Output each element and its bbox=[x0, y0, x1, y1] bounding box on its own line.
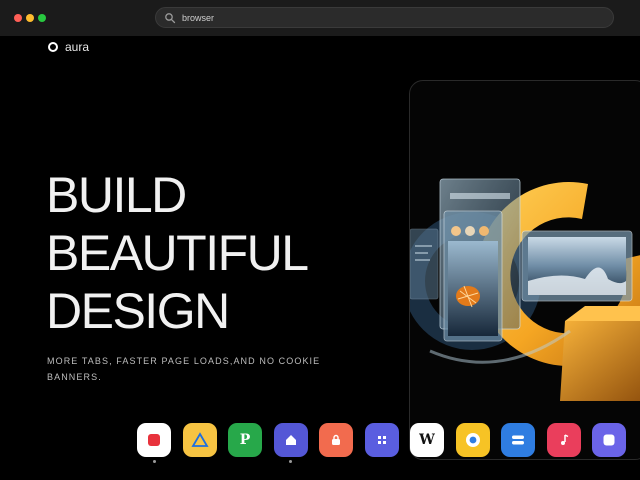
toggle-app-icon bbox=[510, 432, 526, 448]
hero-illustration bbox=[409, 80, 640, 460]
square-app-icon bbox=[601, 432, 617, 448]
minimize-window-button[interactable] bbox=[26, 14, 34, 22]
search-icon bbox=[165, 13, 176, 24]
headline-line-2: BEAUTIFUL bbox=[46, 225, 309, 281]
address-text[interactable]: browser bbox=[182, 12, 214, 24]
dock-app-3[interactable]: P bbox=[228, 423, 262, 457]
running-indicator bbox=[289, 460, 292, 463]
triangle-app-icon bbox=[190, 431, 209, 449]
w-app-icon: W bbox=[419, 432, 435, 448]
dock-app-11[interactable] bbox=[592, 423, 626, 457]
hero-tagline: MORE TABS, FASTER PAGE LOADS,AND NO COOK… bbox=[47, 356, 321, 382]
glass-panels-illustration bbox=[410, 178, 640, 401]
brand-name: aura bbox=[65, 40, 90, 54]
dock-app-7[interactable]: W bbox=[410, 423, 444, 457]
hero-headline: BUILD BEAUTIFUL DESIGN bbox=[46, 166, 309, 340]
dock-app-2[interactable] bbox=[182, 423, 217, 457]
close-window-button[interactable] bbox=[14, 14, 22, 22]
dock-app-4[interactable] bbox=[273, 423, 308, 457]
dock-app-8[interactable] bbox=[455, 423, 490, 457]
app-dock: PW bbox=[128, 414, 633, 469]
p-app-icon: P bbox=[239, 432, 251, 448]
dock-app-6[interactable] bbox=[364, 423, 399, 457]
dock-app-5[interactable] bbox=[319, 423, 353, 457]
running-indicator bbox=[152, 460, 156, 463]
music-app-icon bbox=[557, 433, 571, 447]
maximize-window-button[interactable] bbox=[38, 14, 46, 22]
lock-app-icon bbox=[329, 433, 343, 447]
brand-logo-icon bbox=[48, 42, 58, 52]
red-square-app-icon bbox=[146, 432, 162, 448]
headline-line-1: BUILD bbox=[46, 167, 187, 223]
home-app-icon bbox=[284, 433, 298, 447]
title-bar: browser bbox=[0, 0, 640, 36]
dock-app-1[interactable] bbox=[137, 423, 171, 457]
dock-app-9[interactable] bbox=[501, 423, 535, 457]
headline-line-3: DESIGN bbox=[46, 283, 230, 339]
chrome-app-icon bbox=[464, 431, 482, 449]
address-bar[interactable]: browser bbox=[155, 7, 614, 28]
grid-app-icon bbox=[375, 433, 389, 447]
dock-app-10[interactable] bbox=[546, 423, 581, 457]
brand[interactable]: aura bbox=[48, 40, 89, 54]
